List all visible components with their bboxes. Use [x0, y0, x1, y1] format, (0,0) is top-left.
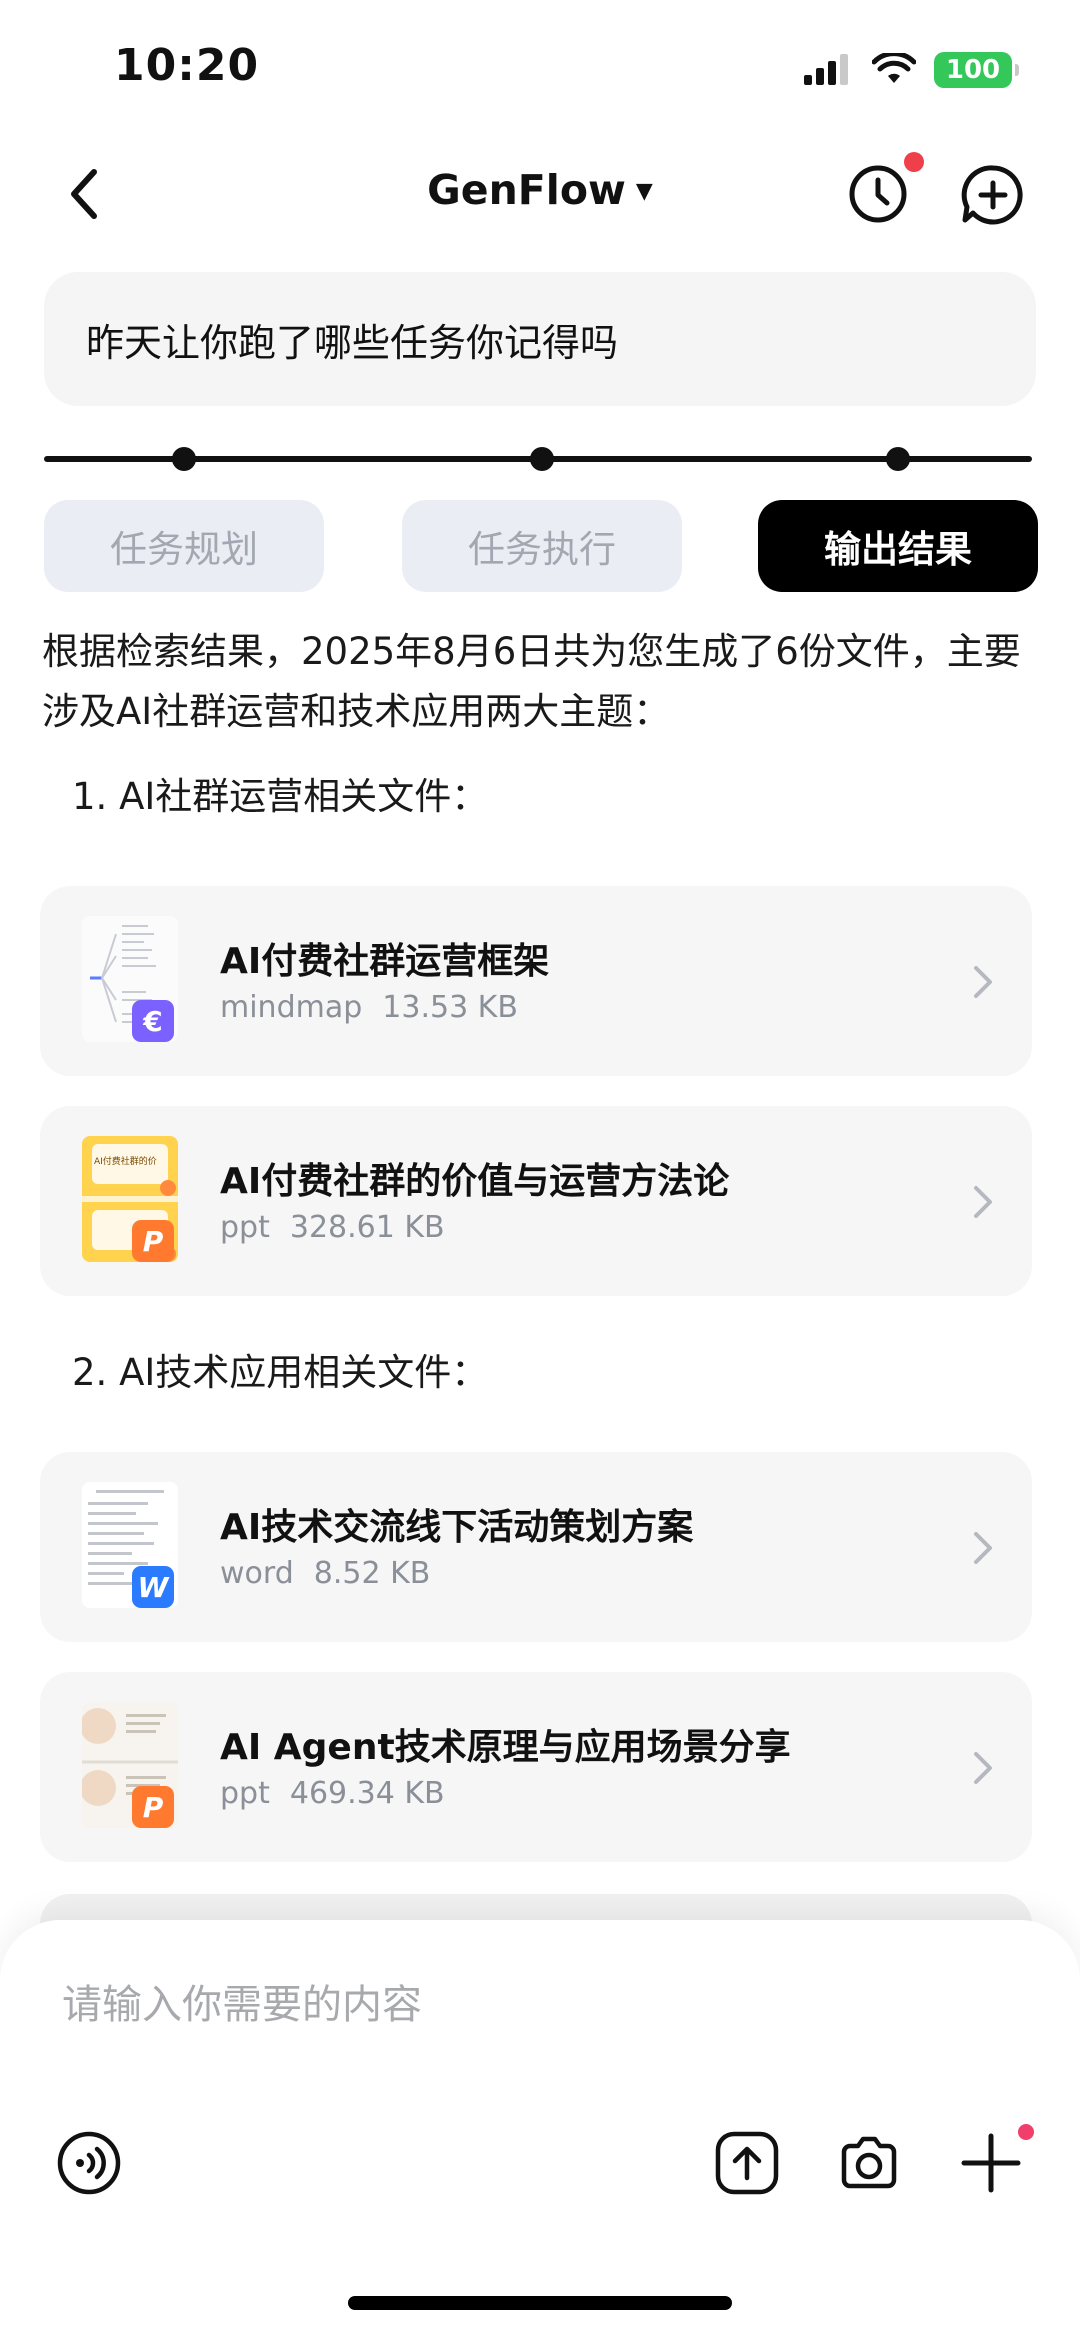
- new-chat-button[interactable]: [960, 162, 1026, 228]
- history-clock-button[interactable]: [846, 162, 910, 226]
- file-meta: word 8.52 KB: [220, 1556, 430, 1591]
- step-output-result[interactable]: 输出结果: [758, 500, 1038, 592]
- ppt-icon: P: [132, 1220, 174, 1262]
- page-title: GenFlow: [427, 166, 626, 214]
- notification-dot: [1018, 2124, 1034, 2140]
- file-card[interactable]: AI付费社群的价 P AI付费社群的价值与运营方法论 ppt 328.61 KB: [40, 1106, 1032, 1296]
- file-size: 13.53 KB: [382, 990, 518, 1025]
- section-title-community: 1. AI社群运营相关文件：: [72, 775, 489, 818]
- file-card[interactable]: P AI Agent技术原理与应用场景分享 ppt 469.34 KB: [40, 1672, 1032, 1862]
- chevron-right-icon: [974, 1752, 992, 1784]
- file-type: ppt: [220, 1776, 270, 1811]
- file-name: AI付费社群的价值与运营方法论: [220, 1161, 730, 1202]
- upload-button[interactable]: [714, 2130, 780, 2196]
- chevron-right-icon: [974, 966, 992, 998]
- status-icons: 100: [804, 52, 1019, 88]
- cellular-signal-icon: [804, 54, 848, 85]
- message-input[interactable]: [62, 1970, 962, 2040]
- progress-dot: [530, 447, 554, 471]
- word-icon: W: [132, 1566, 174, 1608]
- wifi-icon: [872, 53, 916, 83]
- file-size: 8.52 KB: [313, 1556, 431, 1591]
- chevron-right-icon: [974, 1532, 992, 1564]
- file-size: 469.34 KB: [289, 1776, 445, 1811]
- add-button[interactable]: [958, 2130, 1024, 2196]
- file-meta: ppt 328.61 KB: [220, 1210, 445, 1245]
- status-time: 10:20: [114, 40, 260, 91]
- file-card[interactable]: W AI技术交流线下活动策划方案 word 8.52 KB: [40, 1452, 1032, 1642]
- step-task-execution[interactable]: 任务执行: [402, 500, 682, 592]
- file-type: ppt: [220, 1210, 270, 1245]
- home-indicator[interactable]: [348, 2296, 732, 2310]
- battery-indicator: 100: [934, 52, 1019, 88]
- chevron-down-icon: ▼: [635, 179, 653, 204]
- answer-intro: 根据检索结果，2025年8月6日共为您生成了6份文件，主要涉及AI社群运营和技术…: [42, 630, 1021, 733]
- file-name: AI付费社群运营框架: [220, 941, 550, 982]
- ppt-icon: P: [132, 1786, 174, 1828]
- voice-input-button[interactable]: [56, 2130, 122, 2196]
- mindmap-icon: €: [132, 1000, 174, 1042]
- file-name: AI Agent技术原理与应用场景分享: [220, 1727, 791, 1768]
- chevron-right-icon: [974, 1186, 992, 1218]
- file-name: AI技术交流线下活动策划方案: [220, 1507, 694, 1548]
- file-type: mindmap: [220, 990, 363, 1025]
- file-meta: mindmap 13.53 KB: [220, 990, 518, 1025]
- file-meta: ppt 469.34 KB: [220, 1776, 445, 1811]
- file-size: 328.61 KB: [289, 1210, 445, 1245]
- progress-dot: [886, 447, 910, 471]
- file-type: word: [220, 1556, 294, 1591]
- file-card[interactable]: € AI付费社群运营框架 mindmap 13.53 KB: [40, 886, 1032, 1076]
- section-title-tech: 2. AI技术应用相关文件：: [72, 1351, 489, 1394]
- step-task-planning[interactable]: 任务规划: [44, 500, 324, 592]
- user-query-text: 昨天让你跑了哪些任务你记得吗: [86, 320, 619, 365]
- status-bar: 10:20 100: [0, 0, 1080, 140]
- notification-dot: [904, 152, 924, 172]
- title-dropdown[interactable]: GenFlow ▼: [0, 166, 1080, 214]
- user-query-bubble: 昨天让你跑了哪些任务你记得吗: [44, 272, 1036, 406]
- camera-button[interactable]: [836, 2130, 902, 2196]
- progress-dot: [172, 447, 196, 471]
- ppt-thumbnail-caption: AI付费社群的价: [94, 1157, 157, 1167]
